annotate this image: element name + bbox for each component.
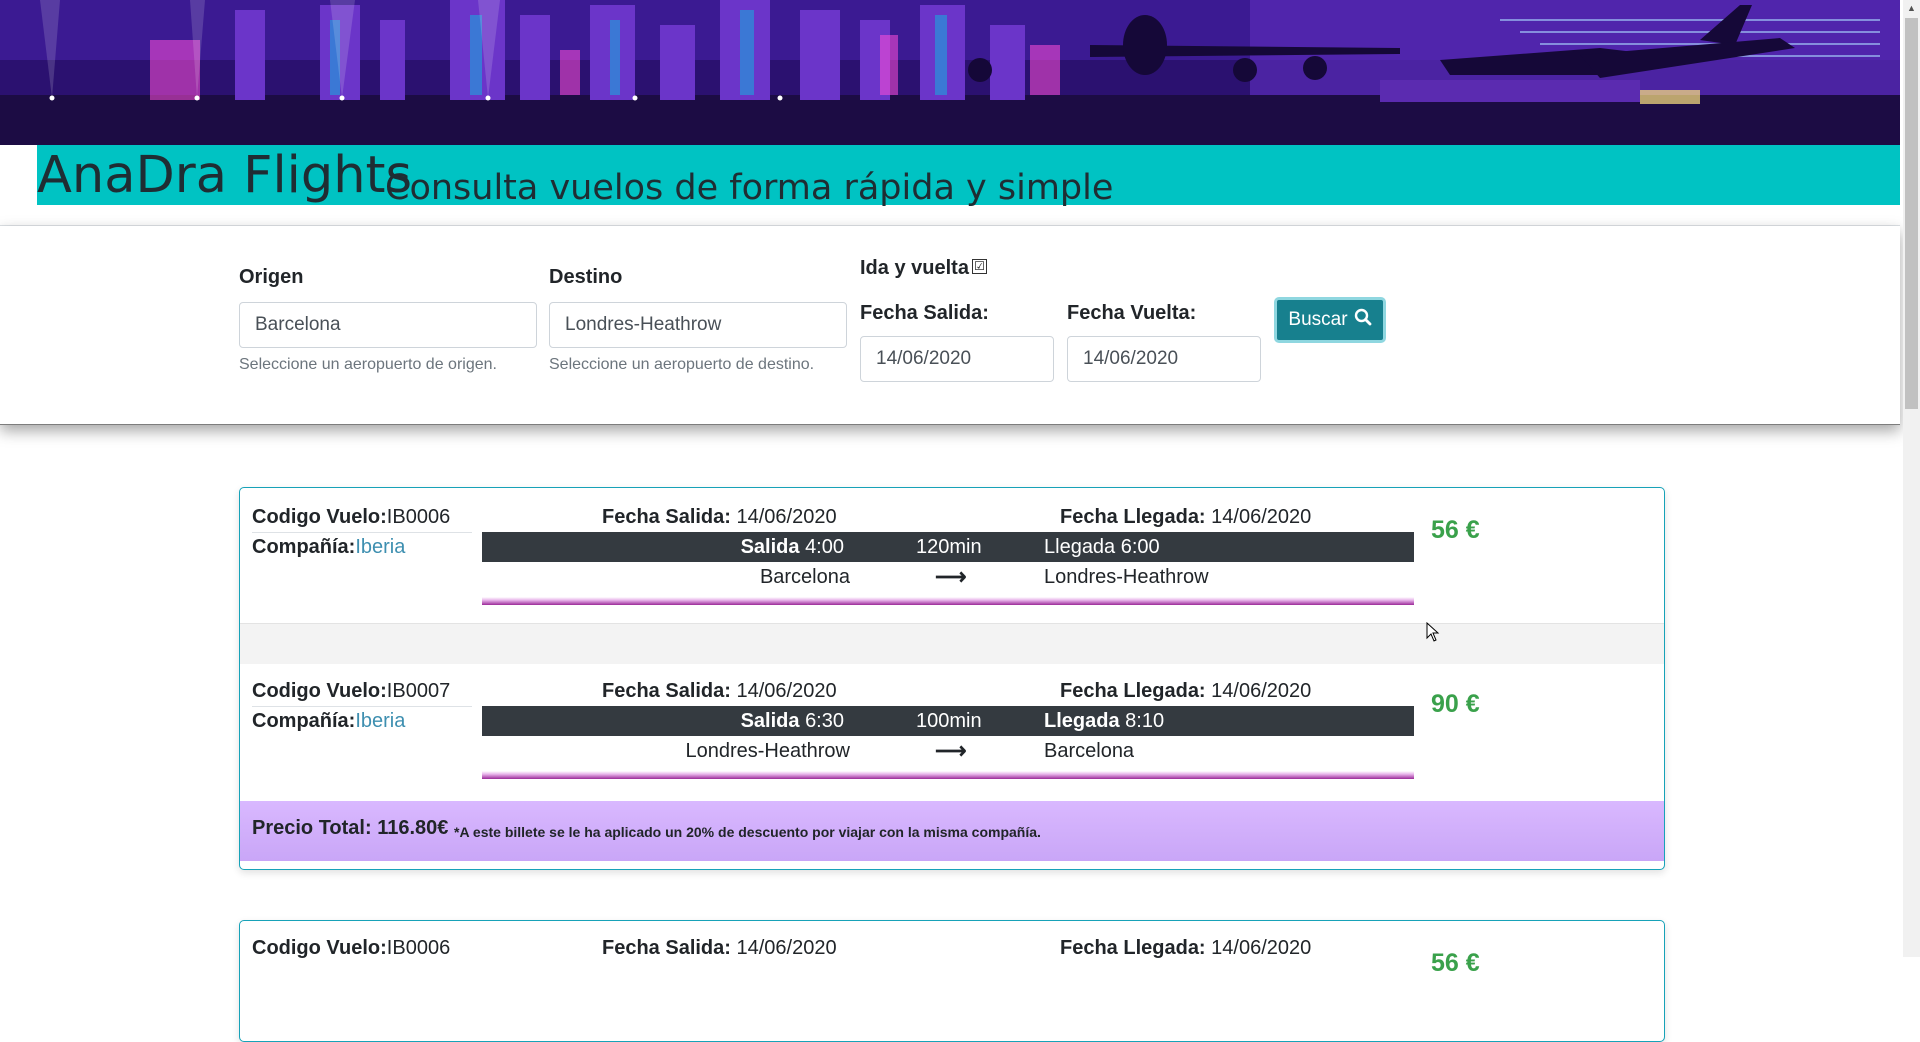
total-price-bar: Precio Total: 116.80€ *A este billete se…	[240, 801, 1664, 861]
page-scrollbar[interactable]: ▲	[1903, 0, 1920, 957]
flight-accent-line	[482, 771, 1414, 779]
flight-dates: Fecha Salida: 14/06/2020 Fecha Llegada: …	[482, 676, 1414, 706]
divider	[252, 532, 472, 533]
search-icon	[1354, 308, 1372, 332]
flight-row-outbound: Codigo Vuelo:IB0006 Compañía:Iberia Fech…	[240, 488, 1664, 623]
flight-price: 56 €	[1431, 516, 1480, 544]
route-destination: Barcelona	[1044, 740, 1135, 762]
flight-dates: Fecha Salida: 14/06/2020 Fecha Llegada: …	[482, 935, 1414, 965]
flight-company: Compañía:Iberia	[252, 710, 406, 732]
flight-duration: 120min	[916, 536, 982, 558]
arrow-right-icon: ⟶	[935, 564, 967, 589]
search-form: Origen Barcelona Seleccione un aeropuert…	[0, 226, 1900, 425]
total-price: Precio Total: 116.80€	[252, 817, 449, 839]
departure-date: Fecha Salida: 14/06/2020	[602, 680, 837, 702]
destination-hint: Seleccione un aeropuerto de destino.	[549, 356, 815, 373]
flight-row-outbound: Codigo Vuelo:IB0006 Fecha Salida: 14/06/…	[240, 921, 1664, 1041]
arrival-time: Llegada 6:00	[1044, 536, 1160, 558]
flight-separator	[240, 623, 1664, 664]
flight-times-bar: Salida 6:30 100min Llegada 8:10	[482, 706, 1414, 736]
flight-times-bar: Salida 4:00 120min Llegada 6:00	[482, 532, 1414, 562]
destination-input[interactable]: Londres-Heathrow	[549, 302, 847, 348]
arrival-date: Fecha Llegada: 14/06/2020	[1060, 506, 1312, 528]
scrollbar-thumb[interactable]	[1905, 18, 1918, 409]
mouse-pointer-icon	[1426, 621, 1440, 647]
flight-code: Codigo Vuelo:IB0006	[252, 506, 451, 528]
flight-price: 90 €	[1431, 690, 1480, 718]
arrival-time: Llegada 8:10	[1044, 710, 1165, 732]
origin-input[interactable]: Barcelona	[239, 302, 537, 348]
company-link[interactable]: Iberia	[355, 536, 405, 558]
flight-row-return: Codigo Vuelo:IB0007 Compañía:Iberia Fech…	[240, 662, 1664, 797]
scroll-up-arrow-icon[interactable]: ▲	[1903, 0, 1920, 17]
search-button[interactable]: Buscar	[1274, 297, 1386, 343]
brand-tagline: Consulta vuelos de forma rápida y simple	[385, 168, 1114, 208]
flight-route: Barcelona ⟶ Londres-Heathrow	[482, 562, 1414, 592]
header-banner-image	[0, 0, 1900, 145]
divider	[252, 706, 472, 707]
destination-label: Destino	[549, 266, 623, 288]
departure-date-label: Fecha Salida:	[860, 302, 989, 324]
origin-hint: Seleccione un aeropuerto de origen.	[239, 356, 497, 373]
route-origin: Barcelona	[759, 566, 850, 588]
brand-title: AnaDra Flights	[37, 146, 413, 205]
discount-note: *A este billete se le ha aplicado un 20%…	[454, 824, 1041, 840]
return-date-input[interactable]: 14/06/2020	[1067, 336, 1261, 382]
origin-label: Origen	[239, 266, 304, 288]
search-button-label: Buscar	[1288, 309, 1348, 330]
flight-duration: 100min	[916, 710, 982, 732]
roundtrip-label: Ida y vuelta	[860, 257, 969, 279]
result-card: Codigo Vuelo:IB0006 Fecha Salida: 14/06/…	[239, 920, 1665, 1042]
route-origin: Londres-Heathrow	[685, 740, 850, 762]
flight-route: Londres-Heathrow ⟶ Barcelona	[482, 736, 1414, 766]
departure-time: Salida 4:00	[740, 536, 844, 558]
flight-code: Codigo Vuelo:IB0007	[252, 680, 451, 702]
company-link[interactable]: Iberia	[355, 710, 405, 732]
departure-date: Fecha Salida: 14/06/2020	[602, 506, 837, 528]
flight-dates: Fecha Salida: 14/06/2020 Fecha Llegada: …	[482, 502, 1414, 532]
flight-price: 56 €	[1431, 949, 1480, 977]
arrow-right-icon: ⟶	[935, 738, 967, 763]
route-destination: Londres-Heathrow	[1044, 566, 1209, 588]
return-date-label: Fecha Vuelta:	[1067, 302, 1197, 324]
departure-date-input[interactable]: 14/06/2020	[860, 336, 1054, 382]
flight-accent-line	[482, 597, 1414, 605]
roundtrip-checkbox[interactable]: ☑	[972, 259, 987, 274]
result-card: Codigo Vuelo:IB0006 Compañía:Iberia Fech…	[239, 487, 1665, 870]
flight-company: Compañía:Iberia	[252, 536, 406, 558]
arrival-date: Fecha Llegada: 14/06/2020	[1060, 680, 1312, 702]
departure-time: Salida 6:30	[740, 710, 844, 732]
